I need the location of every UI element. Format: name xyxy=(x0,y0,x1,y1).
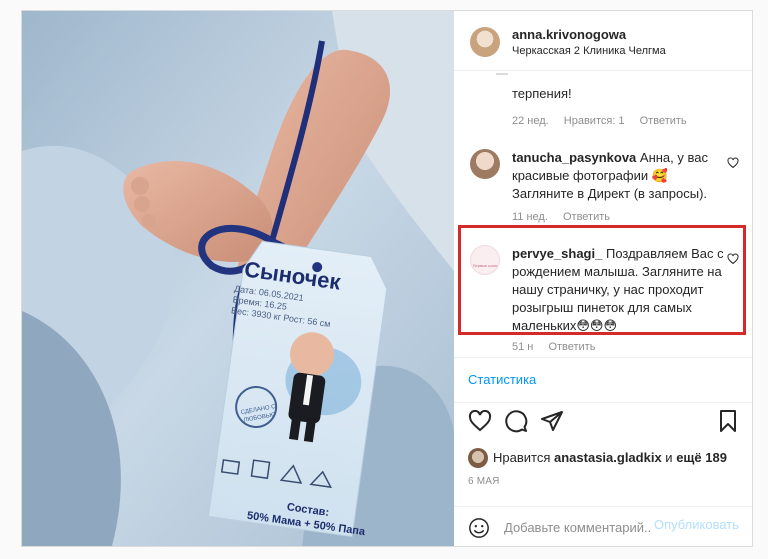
liker-username[interactable]: anastasia.gladkix xyxy=(554,450,662,465)
avatar-edge xyxy=(496,73,508,75)
comment-button[interactable] xyxy=(504,409,532,437)
comment-input[interactable] xyxy=(504,516,652,538)
comment-bubble-icon xyxy=(505,410,528,433)
comment-time[interactable]: 51 н xyxy=(512,341,533,353)
add-comment-bar: Опубликовать xyxy=(454,506,752,548)
comment-likes[interactable]: Нравится: 1 xyxy=(564,115,625,127)
commenter-avatar[interactable]: Первые шаги xyxy=(470,245,500,275)
comment-meta: 51 н Ответить xyxy=(512,341,607,353)
post-header: anna.krivonogowa Черкасская 2 Клиника Че… xyxy=(454,11,752,71)
comment-username[interactable]: pervye_shagi_ xyxy=(512,246,602,261)
comment-reply-button[interactable]: Ответить xyxy=(640,115,687,127)
instagram-post: Сыночек Дата: 06.05.2021 Время: 16.25 Ве… xyxy=(21,10,753,547)
commenter-avatar[interactable] xyxy=(470,149,500,179)
like-button[interactable] xyxy=(468,409,496,437)
comment-time[interactable]: 22 нед. xyxy=(512,115,549,127)
likes-prefix: Нравится xyxy=(493,450,551,465)
statistics-section: Статистика xyxy=(454,357,752,403)
post-date[interactable]: 6 МАЯ xyxy=(468,476,500,487)
comment-meta: 22 нед. Нравится: 1 Ответить xyxy=(512,115,699,127)
post-actions xyxy=(454,405,752,445)
likes-text: Нравится anastasia.gladkix и ещё 189 xyxy=(493,450,727,465)
likes-and: и xyxy=(665,450,673,465)
newborn-photo-illustration xyxy=(22,11,454,546)
heart-icon xyxy=(468,409,492,432)
comment-reply-button[interactable]: Ответить xyxy=(548,341,595,353)
likes-more-link[interactable]: ещё 189 xyxy=(676,450,727,465)
bookmark-icon xyxy=(720,410,736,432)
liker-avatar[interactable] xyxy=(468,448,488,468)
comment-username[interactable]: tanucha_pasynkova xyxy=(512,150,636,165)
author-avatar[interactable] xyxy=(470,27,500,57)
save-button[interactable] xyxy=(716,409,744,437)
comment-text: pervye_shagi_ Поздравляем Вас с рождение… xyxy=(512,245,724,335)
comment-text: tanucha_pasynkova Анна, у вас красивые ф… xyxy=(512,149,724,203)
comment-reply-button[interactable]: Ответить xyxy=(563,211,610,223)
post-location[interactable]: Черкасская 2 Клиника Челгма xyxy=(512,45,666,57)
commenter-avatar-label: Первые шаги xyxy=(472,263,498,268)
post-side-panel: anna.krivonogowa Черкасская 2 Клиника Че… xyxy=(454,11,752,546)
emoji-icon[interactable] xyxy=(468,517,490,539)
comment-time[interactable]: 11 нед. xyxy=(512,211,548,223)
author-username[interactable]: anna.krivonogowa xyxy=(512,27,626,42)
post-photo[interactable]: Сыночек Дата: 06.05.2021 Время: 16.25 Ве… xyxy=(22,11,454,546)
likes-summary: Нравится anastasia.gladkix и ещё 189 xyxy=(468,448,752,468)
comment-meta: 11 нед. Ответить xyxy=(512,211,622,223)
comments-list[interactable]: терпения! 22 нед. Нравится: 1 Ответить t… xyxy=(454,71,752,358)
paper-plane-icon xyxy=(541,411,563,431)
share-button[interactable] xyxy=(540,409,568,437)
like-comment-heart-icon[interactable] xyxy=(727,253,739,265)
statistics-link[interactable]: Статистика xyxy=(468,372,536,387)
comment-text: терпения! xyxy=(512,86,572,101)
publish-button[interactable]: Опубликовать xyxy=(654,517,739,532)
like-comment-heart-icon[interactable] xyxy=(727,157,739,169)
